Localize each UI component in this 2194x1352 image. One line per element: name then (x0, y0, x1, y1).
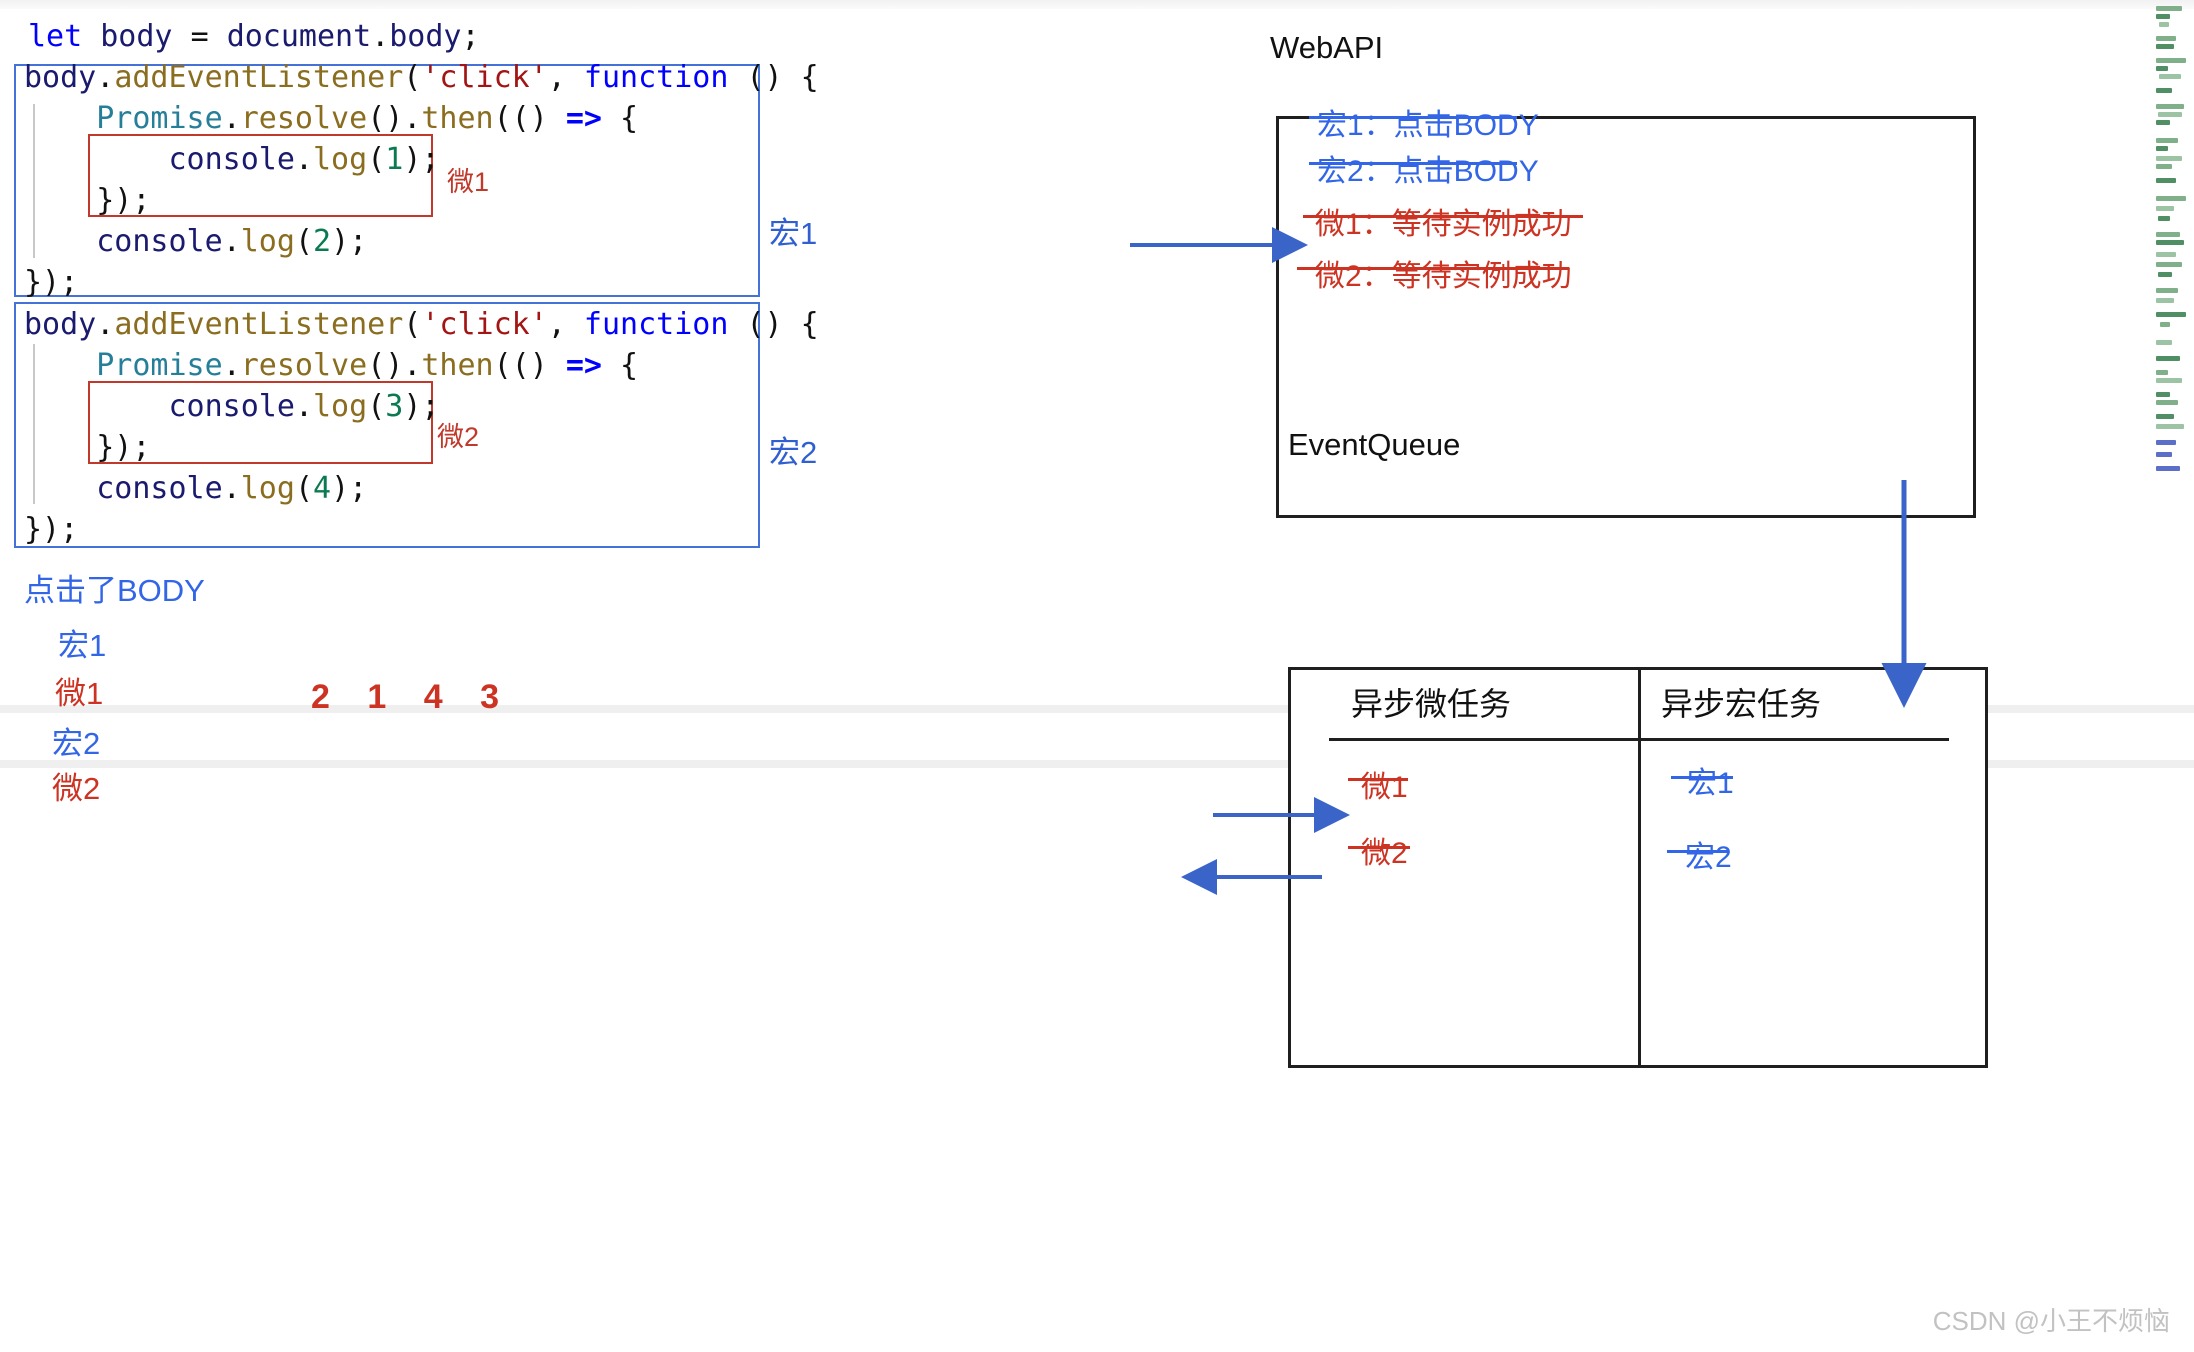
flow-arrows (1130, 227, 1927, 895)
watermark: CSDN @小王不烦恼 (1932, 1306, 2170, 1336)
